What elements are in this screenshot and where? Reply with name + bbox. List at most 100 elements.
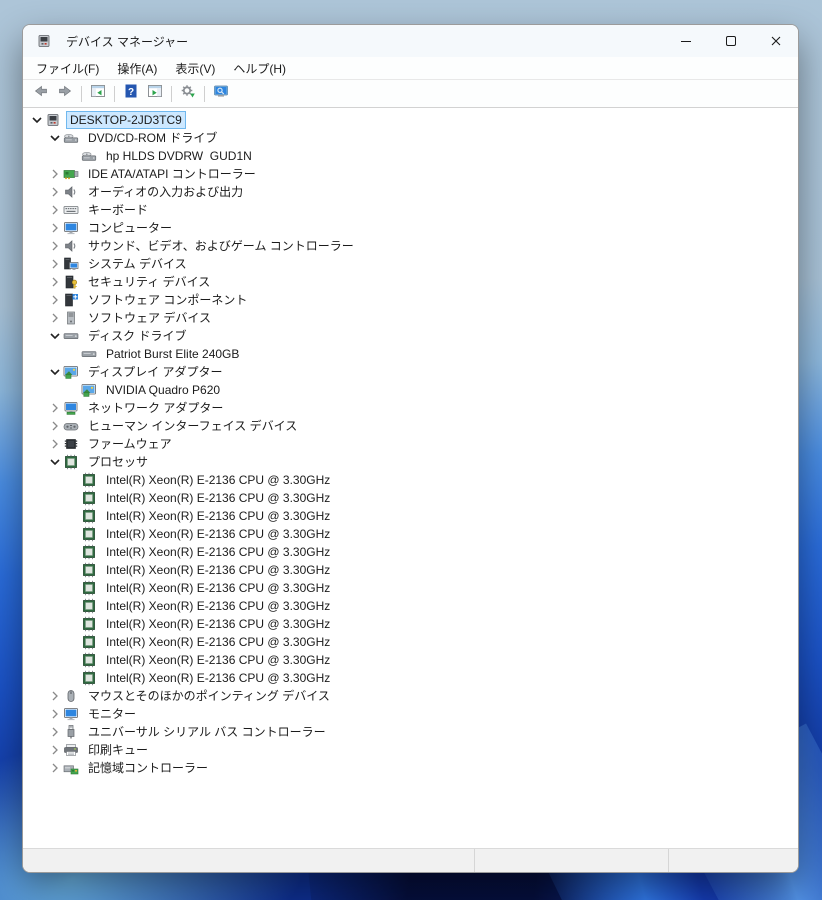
maximize-button[interactable] — [708, 25, 753, 57]
tree-item[interactable]: Intel(R) Xeon(R) E-2136 CPU @ 3.30GHz — [23, 561, 798, 579]
chevron-right-icon[interactable] — [47, 201, 63, 219]
remote-computer-button[interactable] — [210, 83, 232, 105]
tree-item[interactable]: ユニバーサル シリアル バス コントローラー — [23, 723, 798, 741]
chevron-right-icon[interactable] — [47, 237, 63, 255]
status-section-2 — [475, 849, 669, 872]
chevron-right-icon[interactable] — [47, 399, 63, 417]
back-button[interactable] — [30, 83, 52, 105]
tree-item[interactable]: Patriot Burst Elite 240GB — [23, 345, 798, 363]
chevron-right-icon[interactable] — [47, 165, 63, 183]
tree-item[interactable]: コンピューター — [23, 219, 798, 237]
tree-item[interactable]: ソフトウェア コンポーネント — [23, 291, 798, 309]
chevron-right-icon[interactable] — [47, 417, 63, 435]
chevron-right-icon[interactable] — [47, 687, 63, 705]
sound-controller-icon — [63, 238, 79, 254]
help-button[interactable]: ? — [120, 83, 142, 105]
tree-item[interactable]: hp HLDS DVDRW GUD1N — [23, 147, 798, 165]
usb-controller-icon — [63, 724, 79, 740]
chevron-right-icon[interactable] — [47, 255, 63, 273]
chevron-right-icon[interactable] — [47, 435, 63, 453]
tree-item[interactable]: DESKTOP-2JD3TC9 — [23, 111, 798, 129]
tree-item[interactable]: プロセッサ — [23, 453, 798, 471]
tree-item[interactable]: セキュリティ デバイス — [23, 273, 798, 291]
tree-item[interactable]: Intel(R) Xeon(R) E-2136 CPU @ 3.30GHz — [23, 615, 798, 633]
tree-item-label: Intel(R) Xeon(R) E-2136 CPU @ 3.30GHz — [102, 543, 334, 561]
chevron-down-icon[interactable] — [47, 363, 63, 381]
tree-item[interactable]: 印刷キュー — [23, 741, 798, 759]
chevron-right-icon[interactable] — [47, 219, 63, 237]
tree-item[interactable]: Intel(R) Xeon(R) E-2136 CPU @ 3.30GHz — [23, 579, 798, 597]
show-console-tree-button[interactable] — [87, 83, 109, 105]
chevron-spacer — [65, 507, 81, 525]
tree-item[interactable]: Intel(R) Xeon(R) E-2136 CPU @ 3.30GHz — [23, 543, 798, 561]
chevron-right-icon[interactable] — [47, 723, 63, 741]
menu-item-3[interactable]: 表示(V) — [166, 58, 224, 79]
hid-icon — [63, 418, 79, 434]
tree-item[interactable]: ネットワーク アダプター — [23, 399, 798, 417]
tree-item[interactable]: オーディオの入力および出力 — [23, 183, 798, 201]
tree-item-label: IDE ATA/ATAPI コントローラー — [84, 165, 260, 183]
tree-item[interactable]: Intel(R) Xeon(R) E-2136 CPU @ 3.30GHz — [23, 669, 798, 687]
menu-item-1[interactable]: ファイル(F) — [27, 58, 108, 79]
processor-icon — [81, 562, 97, 578]
monitor-icon — [63, 706, 79, 722]
scan-hardware-changes-button[interactable] — [177, 83, 199, 105]
show-action-pane-button[interactable] — [144, 83, 166, 105]
tree-item-label: プロセッサ — [84, 453, 152, 471]
toolbar-separator — [204, 86, 205, 102]
tree-item[interactable]: IDE ATA/ATAPI コントローラー — [23, 165, 798, 183]
chevron-right-icon[interactable] — [47, 705, 63, 723]
tree-item[interactable]: ソフトウェア デバイス — [23, 309, 798, 327]
chevron-down-icon[interactable] — [47, 327, 63, 345]
chevron-right-icon[interactable] — [47, 759, 63, 777]
processor-icon — [81, 544, 97, 560]
tree-item[interactable]: Intel(R) Xeon(R) E-2136 CPU @ 3.30GHz — [23, 507, 798, 525]
tree-item[interactable]: サウンド、ビデオ、およびゲーム コントローラー — [23, 237, 798, 255]
tree-item[interactable]: NVIDIA Quadro P620 — [23, 381, 798, 399]
tree-item[interactable]: マウスとそのほかのポインティング デバイス — [23, 687, 798, 705]
tree-item[interactable]: ディスク ドライブ — [23, 327, 798, 345]
tree-item[interactable]: DVD/CD-ROM ドライブ — [23, 129, 798, 147]
menu-bar: ファイル(F)操作(A)表示(V)ヘルプ(H) — [23, 57, 798, 80]
processor-icon — [81, 508, 97, 524]
minimize-button[interactable] — [663, 25, 708, 57]
mouse-icon — [63, 688, 79, 704]
tree-item-label: Intel(R) Xeon(R) E-2136 CPU @ 3.30GHz — [102, 633, 334, 651]
tree-item[interactable]: Intel(R) Xeon(R) E-2136 CPU @ 3.30GHz — [23, 597, 798, 615]
tree-item[interactable]: 記憶域コントローラー — [23, 759, 798, 777]
device-tree: DESKTOP-2JD3TC9DVD/CD-ROM ドライブhp HLDS DV… — [23, 108, 798, 848]
tree-item[interactable]: Intel(R) Xeon(R) E-2136 CPU @ 3.30GHz — [23, 633, 798, 651]
tree-item-label: ヒューマン インターフェイス デバイス — [84, 417, 301, 435]
chevron-right-icon[interactable] — [47, 273, 63, 291]
processor-icon — [81, 652, 97, 668]
tree-item[interactable]: Intel(R) Xeon(R) E-2136 CPU @ 3.30GHz — [23, 525, 798, 543]
chevron-down-icon[interactable] — [47, 453, 63, 471]
menu-item-2[interactable]: 操作(A) — [108, 58, 166, 79]
chevron-down-icon[interactable] — [29, 111, 45, 129]
chevron-right-icon[interactable] — [47, 741, 63, 759]
tree-item-label: キーボード — [84, 201, 152, 219]
title-bar[interactable]: デバイス マネージャー — [23, 25, 798, 57]
forward-button[interactable] — [54, 83, 76, 105]
tree-item[interactable]: システム デバイス — [23, 255, 798, 273]
tree-item-label: Intel(R) Xeon(R) E-2136 CPU @ 3.30GHz — [102, 489, 334, 507]
tree-item[interactable]: ファームウェア — [23, 435, 798, 453]
close-button[interactable] — [753, 25, 798, 57]
tree-item-label: Intel(R) Xeon(R) E-2136 CPU @ 3.30GHz — [102, 561, 334, 579]
chevron-spacer — [65, 669, 81, 687]
tree-item-label: DESKTOP-2JD3TC9 — [66, 111, 186, 129]
chevron-right-icon[interactable] — [47, 309, 63, 327]
tree-item[interactable]: キーボード — [23, 201, 798, 219]
chevron-right-icon[interactable] — [47, 183, 63, 201]
tree-item-label: DVD/CD-ROM ドライブ — [84, 129, 221, 147]
tree-item[interactable]: モニター — [23, 705, 798, 723]
tree-item[interactable]: Intel(R) Xeon(R) E-2136 CPU @ 3.30GHz — [23, 489, 798, 507]
chevron-down-icon[interactable] — [47, 129, 63, 147]
chevron-right-icon[interactable] — [47, 291, 63, 309]
tree-item[interactable]: ディスプレイ アダプター — [23, 363, 798, 381]
menu-item-4[interactable]: ヘルプ(H) — [224, 58, 295, 79]
tree-item[interactable]: ヒューマン インターフェイス デバイス — [23, 417, 798, 435]
tree-item[interactable]: Intel(R) Xeon(R) E-2136 CPU @ 3.30GHz — [23, 651, 798, 669]
console-tree-icon — [90, 83, 106, 104]
tree-item[interactable]: Intel(R) Xeon(R) E-2136 CPU @ 3.30GHz — [23, 471, 798, 489]
